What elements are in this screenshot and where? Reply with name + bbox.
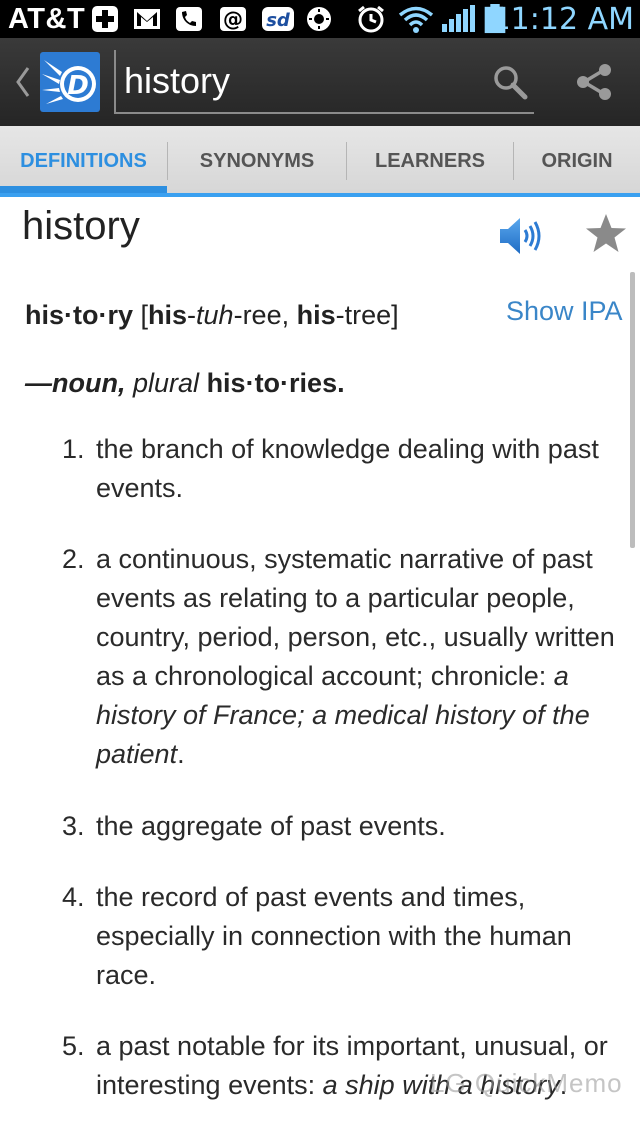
svg-text:D: D (67, 71, 89, 101)
definition-item: 4. the record of past events and times, … (62, 878, 632, 998)
wifi-icon (398, 6, 434, 33)
svg-text:@: @ (223, 7, 243, 31)
definition-text: the aggregate of past events. (96, 811, 446, 841)
quickmemo-watermark: LG QuickMemo (430, 1068, 623, 1098)
tabs-divider-line (0, 193, 640, 197)
search-field[interactable] (114, 50, 534, 114)
status-bar: AT&T @ sd 11:12 AM (0, 0, 640, 38)
speaker-icon[interactable] (498, 214, 544, 258)
syllabified-word: his·to·ry (25, 300, 133, 330)
back-chevron-icon[interactable] (14, 62, 32, 102)
plus-icon (92, 6, 118, 32)
tab-learners[interactable]: LEARNERS (347, 126, 513, 196)
signal-icon (442, 5, 475, 32)
definition-text: a continuous, systematic narrative of pa… (96, 544, 615, 769)
search-input[interactable] (124, 54, 484, 108)
search-icon[interactable] (492, 64, 528, 100)
star-favorite-icon[interactable] (584, 212, 628, 256)
sd-icon: sd (262, 7, 294, 31)
part-of-speech: —noun, plural his·to·ries. (25, 368, 345, 398)
definition-item: 1. the branch of knowledge dealing with … (62, 430, 632, 510)
definition-number: 3. (62, 811, 85, 841)
gmail-icon (134, 9, 160, 29)
tab-origin[interactable]: ORIGIN (514, 126, 640, 196)
tab-synonyms[interactable]: SYNONYMS (168, 126, 346, 196)
at-email-icon: @ (220, 7, 246, 31)
definition-number: 5. (62, 1031, 85, 1061)
definition-number: 1. (62, 434, 85, 464)
carrier-label: AT&T (8, 3, 86, 35)
definition-text: the record of past events and times, esp… (96, 882, 572, 990)
voicemail-icon (176, 7, 202, 31)
dictionary-logo-icon[interactable]: D (40, 52, 100, 112)
tab-bar: DEFINITIONS SYNONYMS LEARNERS ORIGIN (0, 126, 640, 196)
active-tab-indicator (0, 186, 167, 193)
svg-text:sd: sd (266, 10, 291, 31)
share-icon[interactable] (574, 62, 614, 102)
action-bar: D (0, 38, 640, 126)
definition-number: 2. (62, 544, 85, 574)
definition-number: 4. (62, 882, 85, 912)
definition-item: 3. the aggregate of past events. (62, 807, 632, 847)
definition-item: 2. a continuous, systematic narrative of… (62, 540, 632, 780)
sun-icon (307, 7, 331, 31)
headword: history (22, 204, 140, 248)
definition-text: the branch of knowledge dealing with pas… (96, 434, 599, 503)
alarm-icon (358, 5, 384, 33)
clock-time: 11:12 AM (491, 2, 634, 37)
show-ipa-link[interactable]: Show IPA (506, 296, 623, 327)
pronunciation: his·to·ry [his-tuh-ree, his-tree] (25, 300, 399, 330)
